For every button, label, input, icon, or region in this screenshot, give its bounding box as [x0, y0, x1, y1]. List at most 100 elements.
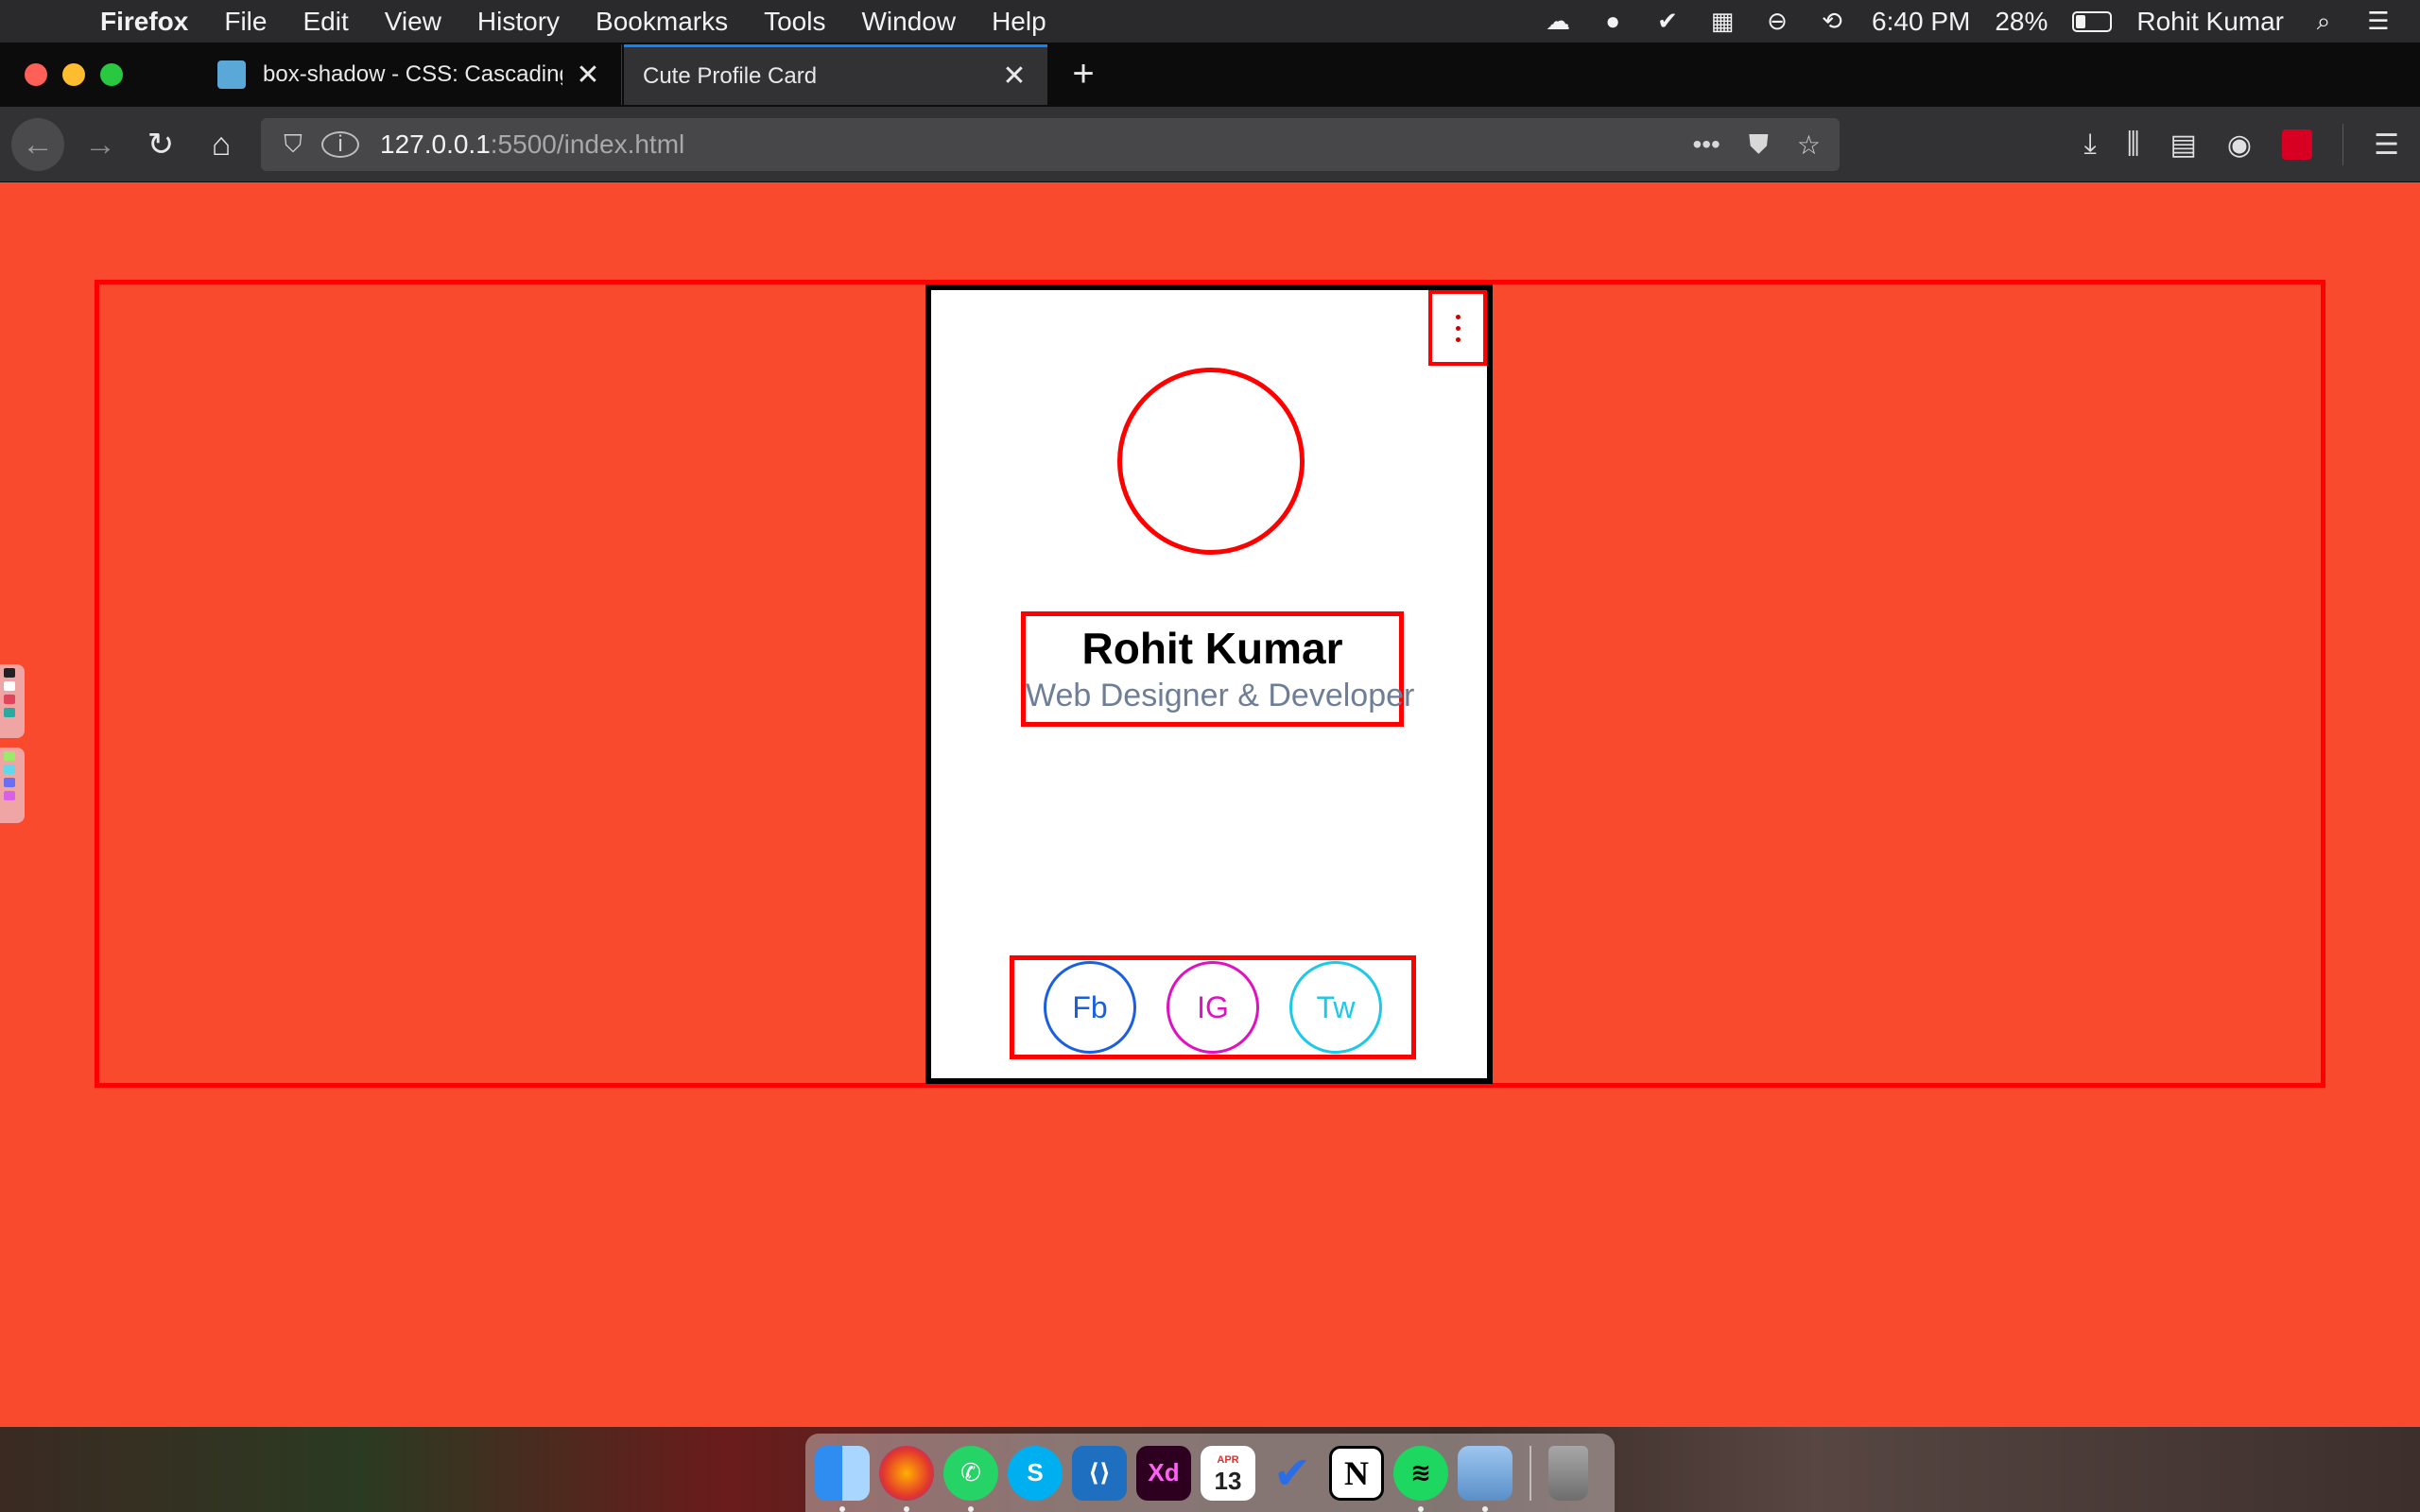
- macos-dock: ✆ S ⟨⟩ Xd APR 13 ✔ N ≋: [805, 1434, 1615, 1512]
- tab-title: Cute Profile Card: [643, 62, 818, 89]
- swatch: [4, 695, 15, 704]
- calendar-day: 13: [1214, 1466, 1242, 1495]
- color-picker-extension-icon[interactable]: [2282, 129, 2313, 160]
- menu-edit[interactable]: Edit: [302, 7, 348, 37]
- forward-button[interactable]: →: [74, 118, 127, 171]
- running-indicator: [904, 1505, 909, 1512]
- notification-center-icon[interactable]: ☰: [2363, 7, 2394, 35]
- running-indicator: [839, 1505, 845, 1512]
- instagram-button[interactable]: IG: [1167, 961, 1259, 1054]
- calendar-icon[interactable]: APR 13: [1201, 1445, 1255, 1501]
- profile-card: Rohit Kumar Web Designer & Developer Fb …: [925, 284, 1493, 1084]
- url-actions: ••• ⛊ ☆: [1692, 129, 1821, 161]
- reload-button[interactable]: ↻: [134, 118, 187, 171]
- menu-window[interactable]: Window: [861, 7, 956, 37]
- tab-strip: box-shadow - CSS: Cascading Style Sheets…: [0, 43, 2420, 107]
- user-name[interactable]: Rohit Kumar: [2136, 7, 2284, 37]
- page-actions-icon[interactable]: •••: [1692, 129, 1720, 161]
- sync-icon[interactable]: ⟲: [1817, 7, 1847, 35]
- firefox-icon[interactable]: [879, 1445, 934, 1512]
- page-viewport: Rohit Kumar Web Designer & Developer Fb …: [0, 182, 2420, 1427]
- notion-icon[interactable]: N: [1329, 1445, 1384, 1501]
- minimize-window-button[interactable]: [62, 63, 85, 86]
- swatch: [4, 778, 15, 787]
- preview-icon[interactable]: [1458, 1445, 1512, 1512]
- toolbar-separator: [2342, 124, 2344, 165]
- macos-menu-bar: Firefox File Edit View History Bookmarks…: [0, 0, 2420, 43]
- firefox-window: box-shadow - CSS: Cascading Style Sheets…: [0, 43, 2420, 1427]
- swatch: [4, 791, 15, 800]
- close-tab-icon[interactable]: ✕: [1000, 60, 1028, 93]
- swatch: [4, 681, 15, 691]
- account-icon[interactable]: ◉: [2227, 129, 2252, 162]
- vpn-icon[interactable]: ⊖: [1762, 7, 1792, 35]
- library-icon[interactable]: ⫼: [2127, 129, 2140, 161]
- todo-icon[interactable]: ✔: [1265, 1446, 1320, 1501]
- address-bar[interactable]: ⛉ i 127.0.0.1:5500/index.html ••• ⛊ ☆: [261, 118, 1840, 171]
- profile-info: Rohit Kumar Web Designer & Developer: [1021, 611, 1415, 727]
- swatch: [4, 751, 15, 761]
- running-indicator: [1418, 1505, 1424, 1512]
- menu-tools[interactable]: Tools: [764, 7, 825, 37]
- bookmark-star-icon[interactable]: ☆: [1797, 129, 1821, 161]
- menu-history[interactable]: History: [477, 7, 560, 37]
- swatch: [4, 708, 15, 717]
- close-window-button[interactable]: [25, 63, 47, 86]
- zoom-window-button[interactable]: [100, 63, 123, 86]
- tab-title: box-shadow - CSS: Cascading Style Sheets: [263, 61, 562, 87]
- menu-help[interactable]: Help: [992, 7, 1046, 37]
- tab-box-shadow[interactable]: box-shadow - CSS: Cascading Style Sheets…: [199, 44, 622, 105]
- menu-view[interactable]: View: [385, 7, 441, 37]
- menu-app-name[interactable]: Firefox: [100, 7, 188, 37]
- swatch: [4, 765, 15, 774]
- site-info-icon[interactable]: i: [321, 131, 359, 158]
- tab-cute-profile-card[interactable]: Cute Profile Card ✕: [624, 44, 1047, 105]
- menu-bookmarks[interactable]: Bookmarks: [596, 7, 728, 37]
- pocket-icon[interactable]: ⛊: [1749, 129, 1769, 161]
- menu-bar-status-area: ☁ ● ✔ ▦ ⊖ ⟲ 6:40 PM 28% Rohit Kumar ⌕ ☰: [1543, 7, 2394, 37]
- skype-icon[interactable]: S: [1008, 1445, 1063, 1501]
- menu-file[interactable]: File: [224, 7, 267, 37]
- spotlight-search-icon[interactable]: ⌕: [2308, 7, 2339, 35]
- profile-role: Web Designer & Developer: [1026, 678, 1415, 713]
- tracking-protection-shield-icon[interactable]: ⛉: [274, 129, 312, 160]
- finder-icon[interactable]: [815, 1445, 870, 1512]
- close-tab-icon[interactable]: ✕: [574, 59, 602, 92]
- social-links: Fb IG Tw: [1010, 955, 1416, 1059]
- dock-separator: [1530, 1445, 1531, 1501]
- spotify-icon[interactable]: ≋: [1393, 1445, 1448, 1512]
- creative-cloud-icon[interactable]: ☁: [1543, 7, 1573, 35]
- adobe-xd-icon[interactable]: Xd: [1136, 1445, 1191, 1501]
- battery-percent[interactable]: 28%: [1995, 7, 2048, 37]
- navigation-toolbar: ← → ↻ ⌂ ⛉ i 127.0.0.1:5500/index.html ••…: [0, 107, 2420, 182]
- new-tab-button[interactable]: +: [1064, 50, 1102, 97]
- calendar-month: APR: [1217, 1453, 1239, 1466]
- hamburger-menu-icon[interactable]: ☰: [2374, 129, 2399, 162]
- dot-icon: [1455, 325, 1461, 331]
- home-button[interactable]: ⌂: [195, 118, 248, 171]
- dot-icon: [1455, 314, 1461, 319]
- downloads-icon[interactable]: ⤓: [2083, 129, 2096, 161]
- more-options-button[interactable]: [1428, 290, 1487, 366]
- twitter-button[interactable]: Tw: [1289, 961, 1382, 1054]
- running-indicator: [1482, 1505, 1488, 1512]
- window-manager-icon[interactable]: ▦: [1707, 7, 1737, 35]
- vscode-icon[interactable]: ⟨⟩: [1072, 1445, 1127, 1501]
- trash-icon[interactable]: [1548, 1445, 1588, 1501]
- whatsapp-icon[interactable]: ✆: [943, 1445, 998, 1512]
- clock[interactable]: 6:40 PM: [1872, 7, 1970, 37]
- avatar: [1117, 368, 1305, 555]
- battery-icon[interactable]: [2072, 10, 2113, 32]
- facebook-button[interactable]: Fb: [1044, 961, 1136, 1054]
- palette-tab-dark[interactable]: [0, 664, 25, 738]
- battery-fill: [2076, 14, 2086, 28]
- swatch: [4, 668, 15, 678]
- back-button[interactable]: ←: [11, 118, 64, 171]
- running-indicator: [968, 1505, 974, 1512]
- camera-app-icon[interactable]: ●: [1598, 7, 1628, 35]
- checkmark-app-icon[interactable]: ✔: [1652, 7, 1683, 35]
- url-host: 127.0.0.1: [380, 129, 491, 159]
- url-path: :5500/index.html: [490, 129, 685, 159]
- sidebar-icon[interactable]: ▤: [2170, 129, 2197, 162]
- palette-tab-bright[interactable]: [0, 747, 25, 823]
